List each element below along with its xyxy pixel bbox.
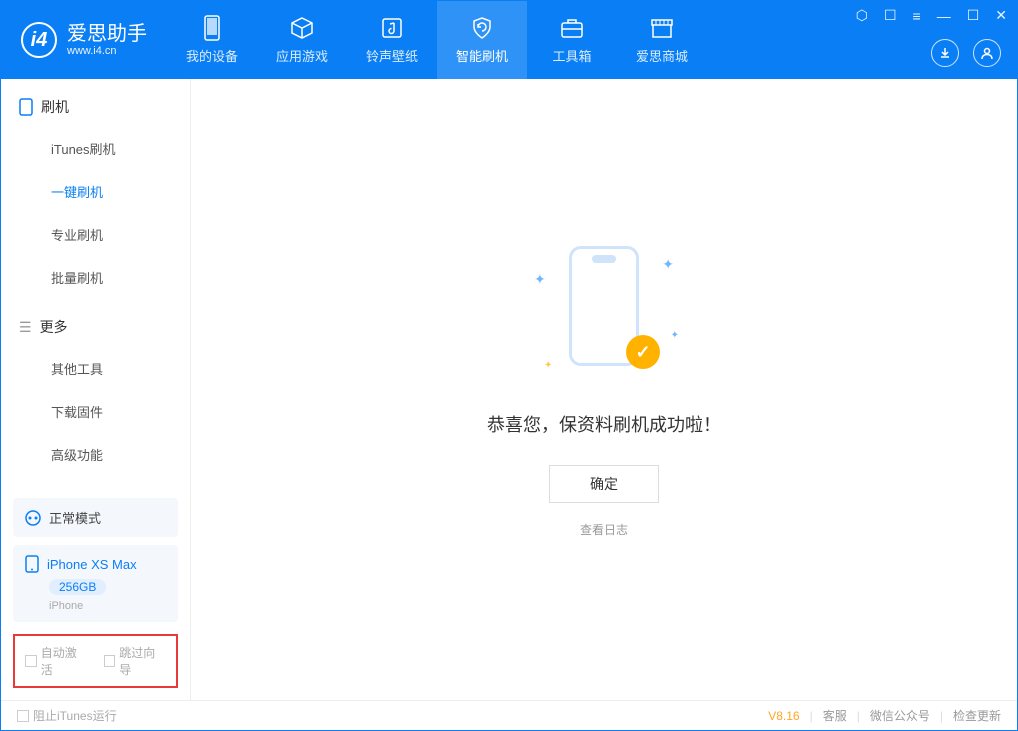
- logo-icon: i4: [21, 22, 57, 58]
- feedback-icon[interactable]: ☐: [882, 5, 899, 26]
- link-support[interactable]: 客服: [823, 707, 847, 724]
- device-phone-icon: [25, 555, 39, 573]
- mode-label: 正常模式: [49, 508, 101, 527]
- content-area: ✓ ✦ ✦ ✦ ✦ 恭喜您，保资料刷机成功啦！ 确定 查看日志: [191, 79, 1017, 700]
- tab-store[interactable]: 爱思商城: [617, 1, 707, 79]
- sidebar-item-other-tools[interactable]: 其他工具: [1, 347, 190, 390]
- store-icon: [650, 16, 674, 40]
- menu-icon[interactable]: ≡: [911, 6, 923, 26]
- shirt-icon[interactable]: ⬡: [854, 5, 870, 26]
- phone-outline-icon: [19, 98, 33, 116]
- sparkle-icon: ✦: [662, 256, 674, 273]
- tab-label: 工具箱: [552, 46, 591, 65]
- sparkle-icon: ✦: [544, 360, 552, 371]
- logo-area: i4 爱思助手 www.i4.cn: [1, 1, 167, 79]
- sidebar-item-pro-flash[interactable]: 专业刷机: [1, 213, 190, 256]
- sidebar-item-advanced[interactable]: 高级功能: [1, 433, 190, 476]
- device-capacity-badge: 256GB: [49, 579, 106, 595]
- titlebar: i4 爱思助手 www.i4.cn 我的设备 应用游戏 铃声壁纸 智能刷机 工具…: [1, 1, 1017, 79]
- sparkle-icon: ✦: [671, 330, 679, 341]
- mode-box[interactable]: 正常模式: [13, 498, 178, 537]
- divider: |: [857, 709, 860, 723]
- tab-label: 智能刷机: [456, 46, 508, 65]
- sidebar-bottom: 正常模式 iPhone XS Max 256GB iPhone 自动激活 跳过向…: [1, 490, 190, 700]
- tab-label: 爱思商城: [636, 46, 688, 65]
- app-title-en: www.i4.cn: [67, 45, 147, 57]
- user-icon: [980, 46, 994, 60]
- window-controls: ⬡ ☐ ≡ — ☐ ✕: [854, 5, 1009, 26]
- briefcase-icon: [560, 16, 584, 40]
- tab-ringtones-wallpaper[interactable]: 铃声壁纸: [347, 1, 437, 79]
- sidebar: 刷机 iTunes刷机 一键刷机 专业刷机 批量刷机 ☰ 更多 其他工具 下载固…: [1, 79, 191, 700]
- version-label: V8.16: [768, 709, 799, 723]
- checkbox-block-itunes[interactable]: 阻止iTunes运行: [17, 707, 117, 724]
- cube-icon: [290, 16, 314, 40]
- checkbox-icon: [104, 655, 116, 667]
- device-box[interactable]: iPhone XS Max 256GB iPhone: [13, 545, 178, 622]
- maximize-button[interactable]: ☐: [965, 5, 982, 26]
- minimize-button[interactable]: —: [935, 6, 953, 26]
- sidebar-item-download-firmware[interactable]: 下载固件: [1, 390, 190, 433]
- more-lines-icon: ☰: [19, 319, 32, 336]
- view-log-link[interactable]: 查看日志: [580, 521, 628, 538]
- close-button[interactable]: ✕: [993, 5, 1009, 26]
- checkmark-badge-icon: ✓: [626, 335, 660, 369]
- top-tabs: 我的设备 应用游戏 铃声壁纸 智能刷机 工具箱 爱思商城: [167, 1, 707, 79]
- section-title-label: 刷机: [41, 97, 69, 117]
- sparkle-icon: ✦: [534, 271, 546, 288]
- sync-icon: [25, 510, 41, 526]
- link-wechat[interactable]: 微信公众号: [870, 707, 930, 724]
- app-title-cn: 爱思助手: [67, 23, 147, 45]
- statusbar: 阻止iTunes运行 V8.16 | 客服 | 微信公众号 | 检查更新: [1, 700, 1017, 730]
- tab-smart-flash[interactable]: 智能刷机: [437, 1, 527, 79]
- divider: |: [940, 709, 943, 723]
- sidebar-item-itunes-flash[interactable]: iTunes刷机: [1, 127, 190, 170]
- checkbox-label: 自动激活: [41, 644, 88, 678]
- tab-my-device[interactable]: 我的设备: [167, 1, 257, 79]
- checkbox-icon: [25, 655, 37, 667]
- confirm-button[interactable]: 确定: [549, 465, 659, 503]
- checkbox-label: 阻止iTunes运行: [33, 707, 117, 724]
- device-type-label: iPhone: [49, 600, 166, 612]
- main-area: 刷机 iTunes刷机 一键刷机 专业刷机 批量刷机 ☰ 更多 其他工具 下载固…: [1, 79, 1017, 700]
- device-name-label: iPhone XS Max: [47, 557, 137, 572]
- sidebar-section-more: ☰ 更多: [1, 299, 190, 347]
- checkbox-row-highlighted: 自动激活 跳过向导: [13, 634, 178, 688]
- divider: |: [810, 709, 813, 723]
- checkbox-skip-guide[interactable]: 跳过向导: [104, 644, 167, 678]
- tab-label: 铃声壁纸: [366, 46, 418, 65]
- sidebar-item-batch-flash[interactable]: 批量刷机: [1, 256, 190, 299]
- phone-icon: [200, 16, 224, 40]
- user-button[interactable]: [973, 39, 1001, 67]
- titlebar-right-actions: [931, 39, 1001, 67]
- sidebar-item-oneclick-flash[interactable]: 一键刷机: [1, 170, 190, 213]
- tab-label: 我的设备: [186, 46, 238, 65]
- music-note-icon: [380, 16, 404, 40]
- tab-label: 应用游戏: [276, 46, 328, 65]
- shield-refresh-icon: [470, 16, 494, 40]
- download-icon: [938, 46, 952, 60]
- success-message: 恭喜您，保资料刷机成功啦！: [487, 411, 721, 437]
- checkbox-icon: [17, 710, 29, 722]
- tab-apps-games[interactable]: 应用游戏: [257, 1, 347, 79]
- checkbox-label: 跳过向导: [119, 644, 166, 678]
- link-check-update[interactable]: 检查更新: [953, 707, 1001, 724]
- tab-toolbox[interactable]: 工具箱: [527, 1, 617, 79]
- download-button[interactable]: [931, 39, 959, 67]
- section-title-label: 更多: [40, 317, 68, 337]
- checkbox-auto-activate[interactable]: 自动激活: [25, 644, 88, 678]
- success-illustration: ✓ ✦ ✦ ✦ ✦: [554, 241, 654, 381]
- app-title-block: 爱思助手 www.i4.cn: [67, 23, 147, 57]
- sidebar-section-flash: 刷机: [1, 79, 190, 127]
